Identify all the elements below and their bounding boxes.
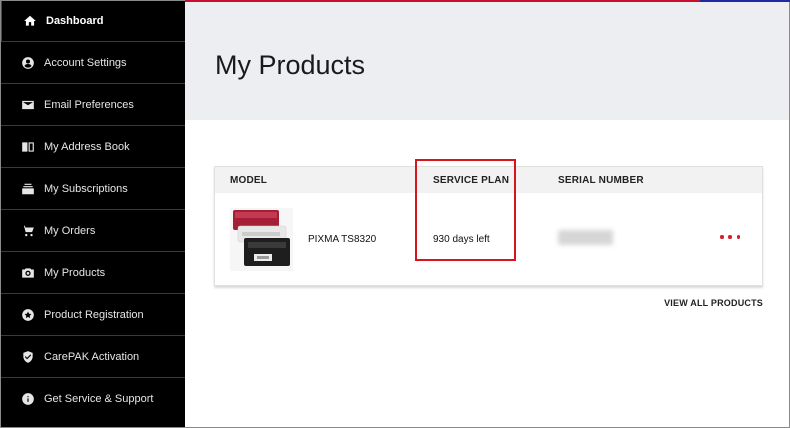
printer-image — [230, 208, 293, 271]
sidebar-item-my-products[interactable]: My Products — [0, 252, 185, 294]
sidebar-item-account-settings[interactable]: Account Settings — [0, 42, 185, 84]
registration-icon — [21, 308, 35, 322]
page-header: My Products — [185, 0, 790, 120]
sidebar-item-subscriptions[interactable]: My Subscriptions — [0, 168, 185, 210]
column-header-serial-number: SERIAL NUMBER — [558, 175, 644, 186]
dot — [720, 235, 724, 239]
sidebar-item-label: Email Preferences — [44, 98, 134, 111]
user-icon — [21, 56, 35, 70]
sidebar: Dashboard Account Settings Email Prefere… — [0, 0, 185, 428]
camera-icon — [21, 266, 35, 280]
dot — [728, 235, 732, 239]
home-icon — [23, 14, 37, 28]
sidebar-item-dashboard[interactable]: Dashboard — [0, 0, 185, 42]
sidebar-item-label: My Products — [44, 266, 106, 279]
sidebar-item-label: My Subscriptions — [44, 182, 128, 195]
sidebar-item-label: Account Settings — [44, 56, 127, 69]
sidebar-item-label: Product Registration — [44, 308, 144, 321]
cart-icon — [21, 224, 35, 238]
product-model-name[interactable]: PIXMA TS8320 — [308, 234, 376, 245]
sidebar-item-label: CarePAK Activation — [44, 350, 140, 363]
column-header-model: MODEL — [230, 175, 268, 186]
products-table: MODEL SERVICE PLAN SERIAL NUMBER PIXMA T — [214, 166, 763, 286]
info-icon — [21, 392, 35, 406]
column-header-service-plan: SERVICE PLAN — [433, 175, 510, 186]
sidebar-item-product-registration[interactable]: Product Registration — [0, 294, 185, 336]
sidebar-item-label: My Orders — [44, 224, 96, 237]
sidebar-item-orders[interactable]: My Orders — [0, 210, 185, 252]
table-header: MODEL SERVICE PLAN SERIAL NUMBER — [215, 167, 762, 193]
envelope-icon — [21, 98, 35, 112]
serial-number-redacted — [558, 230, 613, 245]
more-options-icon[interactable] — [720, 231, 740, 243]
sidebar-item-label: Dashboard — [46, 14, 104, 27]
view-all-products-link[interactable]: VIEW ALL PRODUCTS — [647, 298, 763, 308]
service-plan-value: 930 days left — [433, 234, 490, 245]
sidebar-item-address-book[interactable]: My Address Book — [0, 126, 185, 168]
sidebar-item-label: My Address Book — [44, 140, 130, 153]
sidebar-item-email-preferences[interactable]: Email Preferences — [0, 84, 185, 126]
sidebar-item-carepak-activation[interactable]: CarePAK Activation — [0, 336, 185, 378]
sidebar-item-service-support[interactable]: Get Service & Support — [0, 378, 185, 420]
dot — [736, 235, 740, 239]
sidebar-item-label: Get Service & Support — [44, 393, 154, 405]
top-accent-line-blue — [700, 0, 790, 2]
shield-icon — [21, 350, 35, 364]
subscriptions-icon — [21, 182, 35, 196]
book-icon — [21, 140, 35, 154]
main-content: My Products MODEL SERVICE PLAN SERIAL NU… — [185, 0, 790, 428]
page-title: My Products — [215, 50, 366, 80]
